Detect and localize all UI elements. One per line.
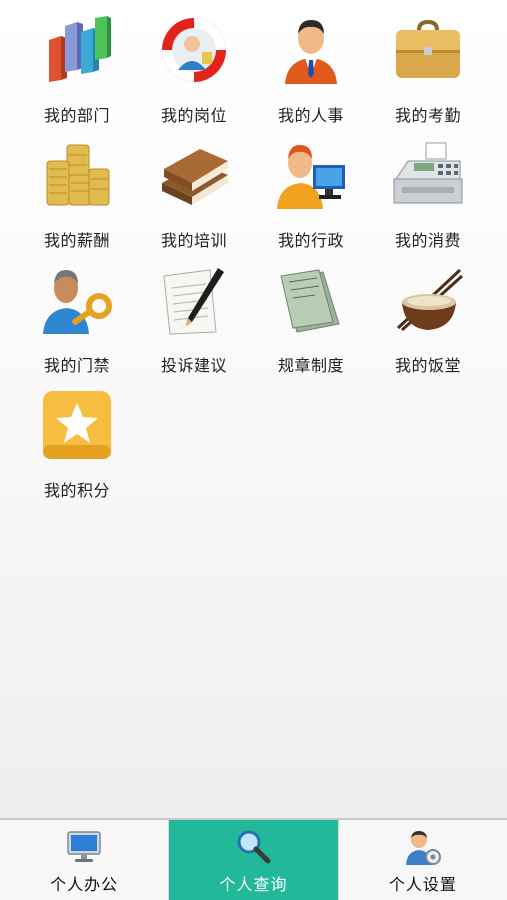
books-icon (156, 137, 232, 213)
grid-item-label: 我的部门 (43, 106, 110, 125)
coin-stacks-icon (39, 137, 115, 213)
grid-item-position[interactable]: 我的岗位 (136, 12, 252, 137)
grid-item-label: 我的岗位 (160, 106, 227, 125)
documents-icon (273, 262, 349, 338)
briefcase-icon (390, 12, 466, 88)
grid-item-label: 我的考勤 (394, 106, 461, 125)
magnifier-icon (237, 830, 271, 864)
grid-item-attendance[interactable]: 我的考勤 (370, 12, 486, 137)
bottom-tab-bar: 个人办公 个人查询 个人设置 (0, 818, 507, 900)
grid-item-label: 规章制度 (277, 356, 344, 375)
tab-personal-settings[interactable]: 个人设置 (339, 820, 507, 900)
grid-item-label: 投诉建议 (160, 356, 227, 375)
grid-item-label: 我的薪酬 (43, 231, 110, 250)
grid-item-personnel[interactable]: 我的人事 (253, 12, 369, 137)
person-computer-icon (273, 137, 349, 213)
grid-item-complaints-suggestions[interactable]: 投诉建议 (136, 262, 252, 387)
department-chart-icon (39, 12, 115, 88)
businessman-icon (273, 12, 349, 88)
tab-label: 个人查询 (219, 875, 288, 894)
grid-item-training[interactable]: 我的培训 (136, 137, 252, 262)
content-area: 我的部门 我的岗位 我的人事 我的考勤 我的薪酬 我的培训 我的行政 我的消费 … (0, 0, 507, 818)
grid-item-label: 我的培训 (160, 231, 227, 250)
grid-item-label: 我的消费 (394, 231, 461, 250)
grid-item-label: 我的行政 (277, 231, 344, 250)
tab-personal-office[interactable]: 个人办公 (0, 820, 170, 900)
tab-label: 个人设置 (388, 875, 457, 894)
grid-item-salary[interactable]: 我的薪酬 (19, 137, 135, 262)
cash-register-icon (390, 137, 466, 213)
grid-item-label: 我的门禁 (43, 356, 110, 375)
lifebuoy-person-icon (156, 12, 232, 88)
grid-item-administration[interactable]: 我的行政 (253, 137, 369, 262)
grid-item-label: 我的积分 (43, 481, 110, 500)
function-grid: 我的部门 我的岗位 我的人事 我的考勤 我的薪酬 我的培训 我的行政 我的消费 … (0, 12, 507, 512)
grid-item-canteen[interactable]: 我的饭堂 (370, 262, 486, 387)
star-badge-icon (39, 387, 115, 463)
grid-item-label: 我的人事 (277, 106, 344, 125)
tab-label: 个人办公 (50, 875, 119, 894)
noodle-bowl-icon (390, 262, 466, 338)
grid-item-regulations[interactable]: 规章制度 (253, 262, 369, 387)
grid-item-consumption[interactable]: 我的消费 (370, 137, 486, 262)
monitor-icon (67, 831, 101, 862)
user-settings-icon (405, 831, 441, 865)
tab-personal-query[interactable]: 个人查询 (169, 820, 339, 900)
person-key-icon (39, 262, 115, 338)
paper-pen-icon (156, 262, 232, 338)
grid-item-points[interactable]: 我的积分 (19, 387, 135, 512)
grid-item-label: 我的饭堂 (394, 356, 461, 375)
grid-item-department[interactable]: 我的部门 (19, 12, 135, 137)
grid-item-access-control[interactable]: 我的门禁 (19, 262, 135, 387)
